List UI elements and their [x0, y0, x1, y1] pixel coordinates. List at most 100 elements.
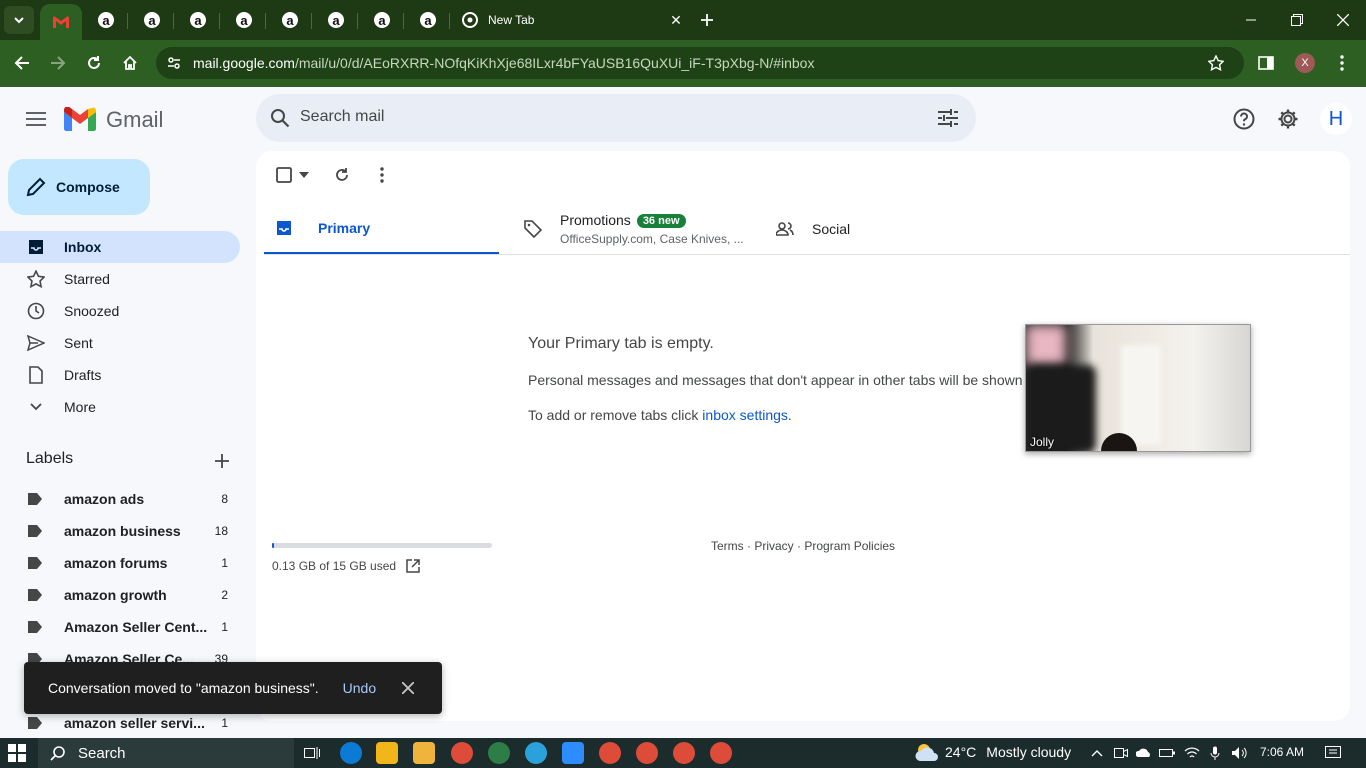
- restore-button[interactable]: [1274, 0, 1320, 40]
- search-bar[interactable]: Search mail: [256, 94, 976, 142]
- label-tag-icon: [28, 525, 42, 537]
- terms-link[interactable]: Terms: [711, 539, 744, 553]
- forward-button[interactable]: [44, 49, 72, 77]
- microsoft-store-icon[interactable]: [376, 742, 398, 764]
- storage-bar: [272, 543, 492, 548]
- label-name: amazon forums: [64, 555, 168, 571]
- weather-widget[interactable]: 24°C Mostly cloudy: [915, 742, 1071, 762]
- gmail-logo-icon[interactable]: [64, 107, 96, 131]
- more-actions-button[interactable]: [372, 165, 392, 185]
- tab-social[interactable]: Social: [776, 203, 1006, 255]
- create-label-button[interactable]: [210, 449, 234, 473]
- back-button[interactable]: [8, 49, 36, 77]
- sidebar-item-starred[interactable]: Starred: [0, 263, 240, 295]
- microphone-icon[interactable]: [1204, 742, 1226, 764]
- tab-primary[interactable]: Primary: [264, 203, 499, 255]
- search-input[interactable]: Search mail: [300, 108, 384, 126]
- side-panel-button[interactable]: [1252, 49, 1280, 77]
- sidebar-item-drafts[interactable]: Drafts: [0, 359, 240, 391]
- browser-profile-avatar[interactable]: X: [1295, 53, 1315, 73]
- tab-amazon[interactable]: a: [406, 4, 450, 36]
- address-bar[interactable]: mail.google.com/mail/u/0/d/AEoRXRR-NOfqK…: [156, 47, 1244, 79]
- minimize-button[interactable]: [1228, 0, 1274, 40]
- close-tab-icon[interactable]: ✕: [664, 12, 688, 29]
- notifications-icon[interactable]: [1322, 742, 1344, 764]
- video-call-overlay[interactable]: Jolly: [1025, 324, 1251, 452]
- label-item[interactable]: Amazon Seller Cent... 1: [0, 611, 240, 643]
- tab-amazon[interactable]: a: [314, 4, 358, 36]
- sidebar-item-inbox[interactable]: Inbox: [0, 231, 240, 263]
- chevron-up-icon[interactable]: [1086, 742, 1108, 764]
- tab-label: Promotions: [560, 212, 631, 228]
- meet-icon[interactable]: [1110, 742, 1132, 764]
- settings-button[interactable]: [1272, 103, 1304, 135]
- open-in-new-icon[interactable]: [406, 559, 420, 573]
- browser-toolbar: mail.google.com/mail/u/0/d/AEoRXRR-NOfqK…: [0, 40, 1366, 87]
- program-policies-link[interactable]: Program Policies: [804, 539, 895, 553]
- main-menu-button[interactable]: [20, 103, 52, 135]
- privacy-link[interactable]: Privacy: [754, 539, 793, 553]
- edge-icon[interactable]: [340, 742, 362, 764]
- account-avatar[interactable]: H: [1320, 103, 1352, 135]
- chrome-icon[interactable]: [710, 742, 732, 764]
- task-view-icon[interactable]: [301, 742, 323, 764]
- hint-suffix: .: [787, 407, 792, 423]
- search-icon[interactable]: [270, 108, 290, 128]
- slack-icon[interactable]: [488, 742, 510, 764]
- inbox-icon: [26, 237, 46, 257]
- site-info-icon[interactable]: [167, 56, 181, 70]
- tab-amazon[interactable]: a: [84, 4, 128, 36]
- tab-amazon[interactable]: a: [130, 4, 174, 36]
- side-panel-icon: [1258, 56, 1274, 70]
- label-item[interactable]: amazon growth 2: [0, 579, 240, 611]
- file-explorer-icon[interactable]: [413, 742, 435, 764]
- windows-start-icon[interactable]: [8, 744, 26, 762]
- tab-amazon[interactable]: a: [176, 4, 220, 36]
- sidebar-item-sent[interactable]: Sent: [0, 327, 240, 359]
- tab-new-tab[interactable]: New Tab ✕: [452, 4, 688, 36]
- browser-menu-button[interactable]: [1328, 49, 1356, 77]
- close-window-button[interactable]: [1320, 0, 1366, 40]
- chrome-icon[interactable]: [636, 742, 658, 764]
- volume-icon[interactable]: [1228, 742, 1250, 764]
- label-item[interactable]: amazon business 18: [0, 515, 240, 547]
- storage-bar-fill: [272, 543, 275, 548]
- tab-amazon[interactable]: a: [360, 4, 404, 36]
- sidebar-item-more[interactable]: More: [0, 391, 240, 423]
- tab-gmail[interactable]: [40, 4, 82, 40]
- label-item[interactable]: amazon ads 8: [0, 483, 240, 515]
- taskbar-search[interactable]: Search: [38, 738, 294, 768]
- select-all-checkbox[interactable]: [274, 165, 294, 185]
- chrome-icon[interactable]: [451, 742, 473, 764]
- select-dropdown[interactable]: [294, 165, 314, 185]
- more-vertical-icon: [380, 167, 384, 183]
- close-snackbar-button[interactable]: [398, 678, 418, 698]
- tab-promotions[interactable]: Promotions 36 new OfficeSupply.com, Case …: [524, 203, 754, 255]
- zoom-icon[interactable]: [562, 742, 584, 764]
- telegram-icon[interactable]: [525, 742, 547, 764]
- onedrive-icon[interactable]: [1133, 742, 1155, 764]
- compose-button[interactable]: Compose: [8, 159, 150, 215]
- sidebar-item-snoozed[interactable]: Snoozed: [0, 295, 240, 327]
- tab-amazon[interactable]: a: [268, 4, 312, 36]
- help-button[interactable]: [1228, 103, 1260, 135]
- inbox-settings-link[interactable]: inbox settings: [702, 407, 788, 423]
- tab-amazon[interactable]: a: [222, 4, 266, 36]
- chrome-icon[interactable]: [673, 742, 695, 764]
- chrome-icon[interactable]: [599, 742, 621, 764]
- new-tab-button[interactable]: [694, 6, 720, 34]
- label-item[interactable]: amazon forums 1: [0, 547, 240, 579]
- tab-search-button[interactable]: [4, 6, 34, 34]
- reload-button[interactable]: [80, 49, 108, 77]
- battery-icon[interactable]: [1156, 742, 1178, 764]
- storage-text: 0.13 GB of 15 GB used: [272, 559, 397, 573]
- undo-button[interactable]: Undo: [343, 680, 376, 696]
- label-count: 18: [214, 524, 228, 538]
- search-options-icon[interactable]: [938, 109, 958, 127]
- refresh-button[interactable]: [332, 165, 352, 185]
- bookmark-star-icon[interactable]: [1208, 55, 1224, 71]
- wifi-icon[interactable]: [1181, 742, 1203, 764]
- label-count: 1: [221, 620, 228, 634]
- clock[interactable]: 7:06 AM: [1260, 745, 1304, 759]
- home-button[interactable]: [116, 49, 144, 77]
